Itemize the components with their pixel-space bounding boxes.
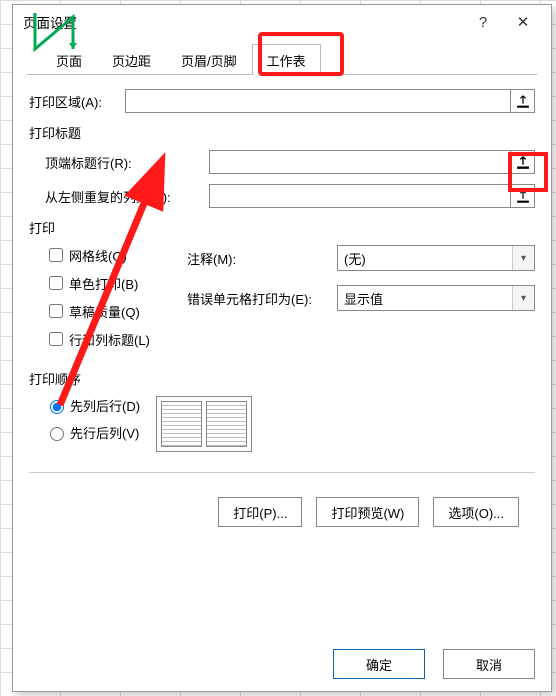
title-bar: 页面设置 ? ✕ (13, 5, 551, 39)
bw-checkbox[interactable] (49, 276, 63, 290)
rowcol-headings-label: 行和列标题(L) (69, 330, 150, 349)
rows-repeat-input[interactable] (209, 150, 511, 174)
tab-margins[interactable]: 页边距 (97, 44, 166, 75)
print-section-label: 打印 (29, 218, 535, 237)
print-order-preview (156, 396, 252, 452)
gridlines-label: 网格线(G) (69, 246, 127, 265)
rows-repeat-picker-button[interactable] (511, 150, 535, 174)
bw-label: 单色打印(B) (69, 274, 138, 293)
range-picker-icon (516, 189, 530, 203)
chevron-down-icon: ▾ (512, 286, 534, 310)
order-down-label: 先列后行(D) (70, 396, 140, 415)
print-preview-button[interactable]: 打印预览(W) (316, 497, 419, 527)
tab-page[interactable]: 页面 (41, 44, 97, 75)
help-button[interactable]: ? (463, 7, 503, 37)
draft-checkbox[interactable] (49, 304, 63, 318)
errors-select[interactable]: 显示值 ▾ (337, 285, 535, 311)
options-button[interactable]: 选项(O)... (433, 497, 519, 527)
cols-repeat-picker-button[interactable] (511, 184, 535, 208)
print-area-label: 打印区域(A): (29, 92, 125, 111)
cols-repeat-input[interactable] (209, 184, 511, 208)
order-over-radio[interactable] (50, 427, 64, 441)
errors-value: 显示值 (338, 289, 512, 308)
chevron-down-icon: ▾ (512, 246, 534, 270)
print-area-picker-button[interactable] (511, 89, 535, 113)
draft-label: 草稿质量(Q) (69, 302, 140, 321)
page-setup-dialog: 页面设置 ? ✕ 页面 页边距 页眉/页脚 工作表 打印区域(A): 打印标题 … (12, 4, 552, 692)
range-picker-icon (516, 155, 530, 169)
order-section-label: 打印顺序 (29, 369, 535, 388)
rowcol-headings-checkbox[interactable] (49, 332, 63, 346)
rows-repeat-label: 顶端标题行(R): (45, 153, 209, 172)
comments-label: 注释(M): (187, 249, 337, 268)
gridlines-checkbox[interactable] (49, 248, 63, 262)
tab-header-footer[interactable]: 页眉/页脚 (166, 44, 252, 75)
window-title: 页面设置 (23, 12, 463, 32)
print-titles-section-label: 打印标题 (29, 123, 535, 142)
comments-select[interactable]: (无) ▾ (337, 245, 535, 271)
comments-value: (无) (338, 249, 512, 268)
order-down-radio[interactable] (50, 400, 64, 414)
order-over-label: 先行后列(V) (70, 423, 139, 442)
cancel-button[interactable]: 取消 (443, 649, 535, 679)
errors-label: 错误单元格打印为(E): (187, 289, 337, 308)
close-button[interactable]: ✕ (503, 7, 543, 37)
tab-sheet[interactable]: 工作表 (252, 44, 321, 75)
print-area-input[interactable] (125, 89, 511, 113)
range-picker-icon (516, 94, 530, 108)
cols-repeat-label: 从左侧重复的列数(C): (45, 187, 209, 206)
tab-strip: 页面 页边距 页眉/页脚 工作表 (27, 43, 537, 75)
ok-button[interactable]: 确定 (333, 649, 425, 679)
print-button[interactable]: 打印(P)... (218, 497, 302, 527)
